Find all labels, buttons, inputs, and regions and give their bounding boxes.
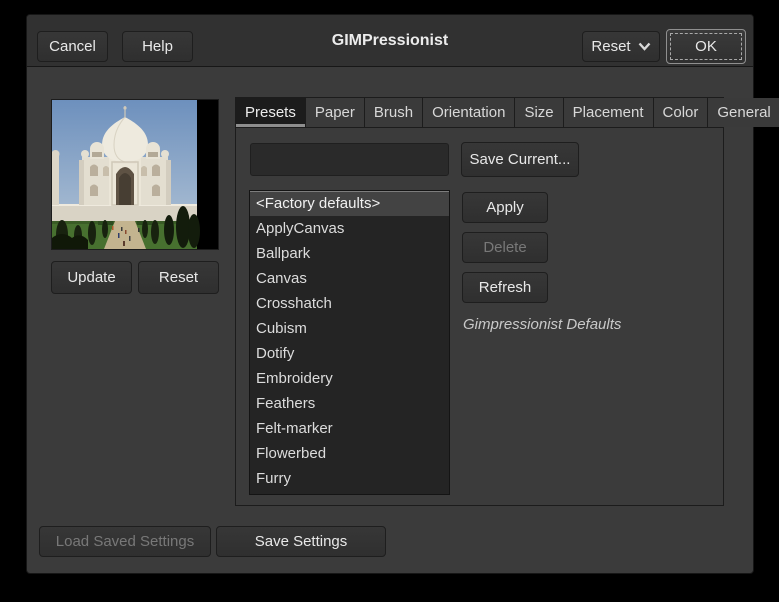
help-button[interactable]: Help — [122, 31, 193, 62]
refresh-button[interactable]: Refresh — [462, 272, 548, 303]
cancel-button[interactable]: Cancel — [37, 31, 108, 62]
tab-strip: Presets Paper Brush Orientation Size Pla… — [236, 98, 779, 128]
preset-list-item[interactable]: Flowerbed — [250, 441, 449, 466]
save-settings-button[interactable]: Save Settings — [216, 526, 386, 557]
preset-list[interactable]: <Factory defaults> ApplyCanvas Ballpark … — [249, 190, 450, 495]
preset-list-item[interactable]: Felt-marker — [250, 416, 449, 441]
chevron-down-icon — [638, 42, 650, 51]
tab-placement[interactable]: Placement — [563, 98, 654, 127]
preset-name-input[interactable] — [250, 143, 449, 176]
apply-button[interactable]: Apply — [462, 192, 548, 223]
update-preview-button[interactable]: Update — [51, 261, 132, 294]
preset-description-label: Gimpressionist Defaults — [463, 316, 622, 333]
load-saved-settings-button[interactable]: Load Saved Settings — [39, 526, 211, 557]
preview-image — [52, 100, 218, 249]
header-bar: Cancel Help GIMPressionist Reset OK — [27, 15, 753, 67]
preset-list-item[interactable]: ApplyCanvas — [250, 216, 449, 241]
preset-list-item[interactable]: Ballpark — [250, 241, 449, 266]
preset-list-item[interactable]: Dotify — [250, 341, 449, 366]
preview-frame — [51, 99, 219, 250]
preset-list-item[interactable]: Furry — [250, 466, 449, 491]
preset-list-item[interactable]: <Factory defaults> — [250, 191, 449, 216]
reset-preview-button[interactable]: Reset — [138, 261, 219, 294]
preset-list-item[interactable]: Feathers — [250, 391, 449, 416]
preset-list-item[interactable]: Embroidery — [250, 366, 449, 391]
save-current-button[interactable]: Save Current... — [461, 142, 579, 177]
tab-presets[interactable]: Presets — [236, 98, 306, 127]
gimpressionist-dialog: Cancel Help GIMPressionist Reset OK Upda… — [26, 14, 779, 574]
tab-general[interactable]: General — [708, 98, 779, 127]
tab-paper[interactable]: Paper — [305, 98, 365, 127]
screen: Cancel Help GIMPressionist Reset OK Upda… — [0, 0, 779, 602]
preset-list-item[interactable]: Cubism — [250, 316, 449, 341]
reset-dropdown-button[interactable]: Reset — [582, 31, 660, 62]
reset-dropdown-label: Reset — [591, 38, 631, 55]
tab-brush[interactable]: Brush — [364, 98, 424, 127]
tab-size[interactable]: Size — [515, 98, 564, 127]
preset-list-item[interactable]: Canvas — [250, 266, 449, 291]
ok-button[interactable]: OK — [666, 29, 746, 64]
preset-list-item[interactable]: Crosshatch — [250, 291, 449, 316]
settings-notebook: Presets Paper Brush Orientation Size Pla… — [235, 97, 779, 506]
delete-button[interactable]: Delete — [462, 232, 548, 263]
tab-orientation[interactable]: Orientation — [423, 98, 516, 127]
tab-color[interactable]: Color — [653, 98, 709, 127]
